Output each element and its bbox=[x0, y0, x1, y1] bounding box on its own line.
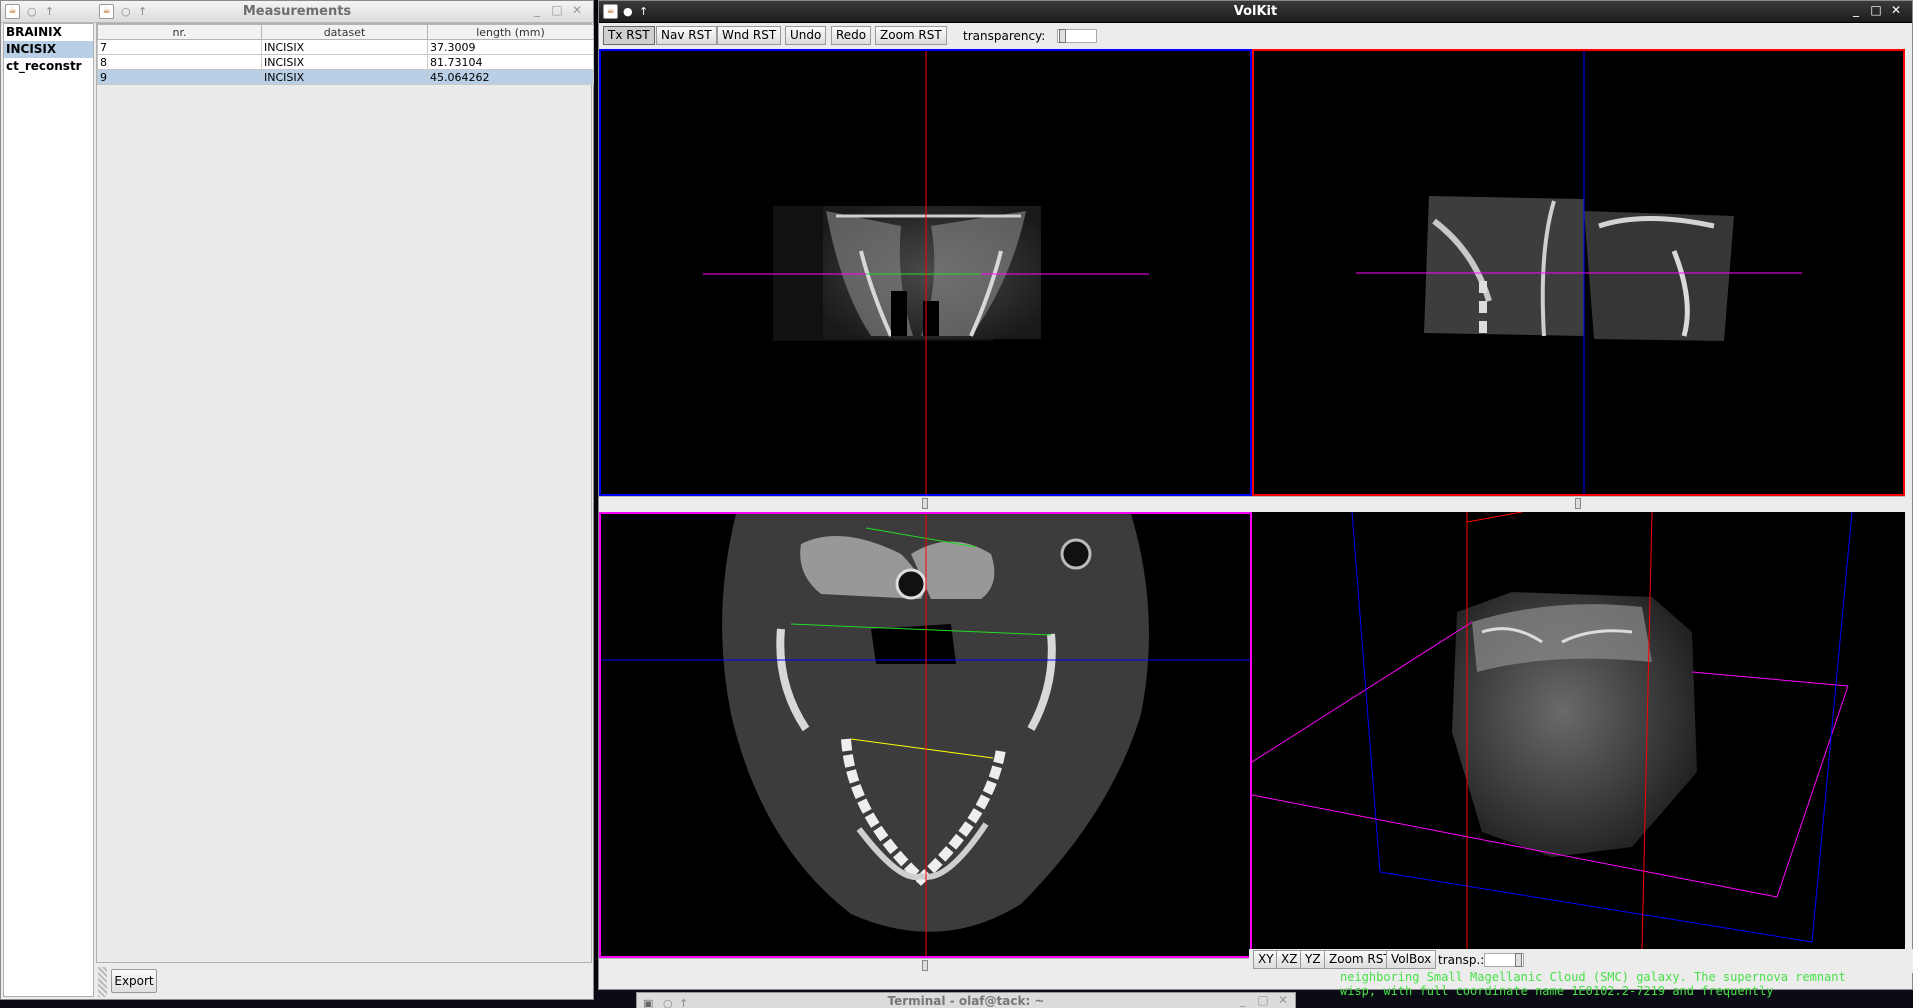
transp-label: transp.: bbox=[1438, 953, 1485, 967]
slider-thumb[interactable] bbox=[1059, 29, 1066, 43]
scroll-thumb[interactable] bbox=[922, 960, 928, 971]
column-header-nr[interactable]: nr. bbox=[97, 24, 262, 40]
maximize-icon[interactable]: □ bbox=[549, 3, 565, 17]
toolbar-grip[interactable] bbox=[98, 967, 107, 997]
terminal-line: wisp, with full coordinate name 1E0102.2… bbox=[1340, 984, 1774, 998]
volume-render-image bbox=[1252, 512, 1853, 949]
axial-slice-scrollbar[interactable] bbox=[599, 496, 1252, 509]
transparency-label: transparency: bbox=[963, 29, 1046, 43]
measurements-table-area: nr. dataset length (mm) 7 INCISIX 37.300… bbox=[96, 23, 594, 963]
scroll-thumb[interactable] bbox=[1575, 498, 1581, 509]
cell-dataset: INCISIX bbox=[261, 39, 428, 55]
column-header-length[interactable]: length (mm) bbox=[427, 24, 594, 40]
measurements-table: nr. dataset length (mm) 7 INCISIX 37.300… bbox=[97, 24, 594, 85]
table-row[interactable]: 7 INCISIX 37.3009 bbox=[97, 39, 594, 55]
cell-length: 81.73104 bbox=[427, 54, 594, 70]
nav-rst-button[interactable]: Nav RST bbox=[656, 26, 717, 45]
cell-nr: 7 bbox=[97, 39, 262, 55]
tx-rst-button[interactable]: Tx RST bbox=[603, 26, 655, 45]
coronal-slice-image bbox=[601, 514, 1250, 956]
xz-button[interactable]: XZ bbox=[1276, 950, 1303, 969]
redo-button[interactable]: Redo bbox=[831, 26, 872, 45]
maximize-icon[interactable]: □ bbox=[1255, 993, 1271, 1007]
cell-dataset: INCISIX bbox=[261, 69, 428, 85]
table-row[interactable]: 9 INCISIX 45.064262 bbox=[97, 69, 594, 85]
minimize-icon[interactable]: _ bbox=[529, 3, 545, 17]
transparency-slider[interactable] bbox=[1057, 29, 1097, 43]
terminal-window[interactable]: ▣ ○ ↑ Terminal - olaf@tack: ~ _ □ ✕ bbox=[636, 992, 1296, 1008]
export-bar: Export bbox=[96, 965, 592, 999]
transp-slider[interactable] bbox=[1484, 953, 1524, 967]
terminal-line: neighboring Small Magellanic Cloud (SMC)… bbox=[1340, 970, 1846, 984]
dataset-item-brainix[interactable]: BRAINIX bbox=[4, 24, 93, 41]
dataset-list[interactable]: BRAINIX INCISIX ct_reconstr bbox=[3, 23, 94, 997]
volkit-window: ☕ ● ↑ VolKit _ □ ✕ Tx RST Nav RST Wnd RS… bbox=[598, 0, 1913, 990]
sagittal-slice-scrollbar[interactable] bbox=[1252, 496, 1905, 509]
main-toolbar: Tx RST Nav RST Wnd RST Undo Redo Zoom RS… bbox=[599, 25, 1913, 47]
cell-dataset: INCISIX bbox=[261, 54, 428, 70]
zoom-rst-button[interactable]: Zoom RST bbox=[875, 26, 947, 45]
window-title: VolKit bbox=[1233, 4, 1278, 19]
export-button[interactable]: Export bbox=[111, 969, 157, 993]
view-axial[interactable] bbox=[599, 49, 1252, 496]
xy-button[interactable]: XY bbox=[1253, 950, 1279, 969]
view-coronal[interactable] bbox=[599, 512, 1252, 958]
measurements-titlebar[interactable]: ☕ ○ ↑ ☕ ○ ↑ Measurements _ □ ✕ bbox=[1, 1, 593, 23]
measurements-window: ☕ ○ ↑ ☕ ○ ↑ Measurements _ □ ✕ BRAINIX I… bbox=[0, 0, 594, 1000]
close-icon[interactable]: ✕ bbox=[569, 3, 585, 17]
column-header-dataset[interactable]: dataset bbox=[261, 24, 428, 40]
volkit-titlebar[interactable]: ☕ ● ↑ VolKit _ □ ✕ bbox=[599, 1, 1912, 23]
sagittal-slice-image bbox=[1356, 51, 1802, 494]
undo-button[interactable]: Undo bbox=[785, 26, 827, 45]
close-icon[interactable]: ✕ bbox=[1275, 993, 1291, 1007]
volbox-button[interactable]: VolBox bbox=[1386, 950, 1437, 969]
zoom-rst-3d-button[interactable]: Zoom RST bbox=[1324, 950, 1396, 969]
cell-length: 37.3009 bbox=[427, 39, 594, 55]
cell-nr: 8 bbox=[97, 54, 262, 70]
axial-slice-image bbox=[703, 51, 1149, 494]
close-icon[interactable]: ✕ bbox=[1888, 3, 1904, 17]
minimize-icon[interactable]: _ bbox=[1848, 3, 1864, 17]
minimize-icon[interactable]: _ bbox=[1235, 993, 1251, 1007]
dataset-item-incisix[interactable]: INCISIX bbox=[4, 41, 93, 58]
terminal-text-output: neighboring Small Magellanic Cloud (SMC)… bbox=[1340, 970, 1913, 1008]
wnd-rst-button[interactable]: Wnd RST bbox=[717, 26, 782, 45]
view-sagittal[interactable] bbox=[1252, 49, 1905, 496]
cell-nr: 9 bbox=[97, 69, 262, 85]
window-title: Measurements bbox=[242, 4, 352, 19]
slider-thumb[interactable] bbox=[1515, 953, 1522, 967]
coronal-slice-scrollbar[interactable] bbox=[599, 958, 1252, 971]
view-3d[interactable] bbox=[1252, 512, 1905, 949]
maximize-icon[interactable]: □ bbox=[1868, 3, 1884, 17]
dataset-item-ct-reconstr[interactable]: ct_reconstr bbox=[4, 58, 93, 75]
terminal-title: Terminal - olaf@tack: ~ bbox=[887, 994, 1045, 1008]
table-header-row: nr. dataset length (mm) bbox=[97, 24, 594, 40]
table-row[interactable]: 8 INCISIX 81.73104 bbox=[97, 54, 594, 70]
cell-length: 45.064262 bbox=[427, 69, 594, 85]
yz-button[interactable]: YZ bbox=[1300, 950, 1326, 969]
scroll-thumb[interactable] bbox=[922, 498, 928, 509]
